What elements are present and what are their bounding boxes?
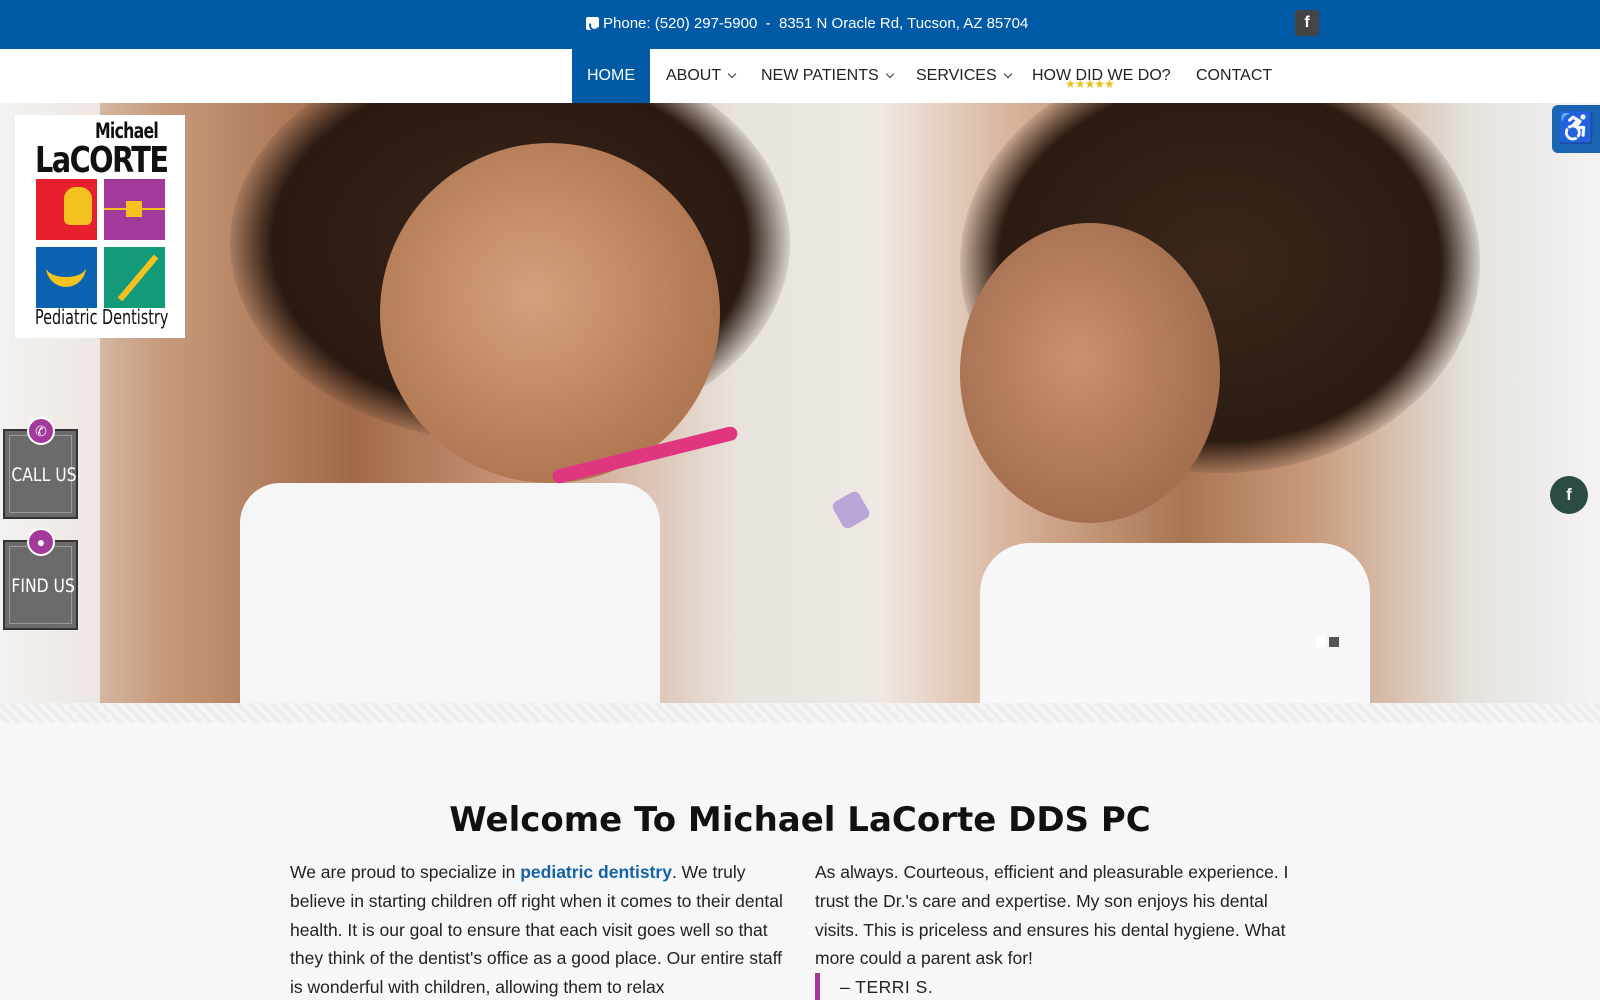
nav-item-contact[interactable]: CONTACT — [1196, 49, 1272, 103]
nav-item-how-did-we-do[interactable]: HOW DID WE DO? — [1032, 49, 1171, 103]
facebook-icon[interactable]: f — [1295, 10, 1319, 36]
separator: - — [765, 15, 771, 32]
logo-tooth-square — [36, 179, 97, 240]
intro-body: . We truly believe in starting children … — [290, 862, 783, 998]
top-bar: Phone: (520) 297-5900 - 8351 N Oracle Rd… — [0, 0, 1600, 49]
slider-pagination — [1316, 637, 1339, 647]
facebook-icon[interactable]: f — [1550, 476, 1588, 514]
nav-label: HOME — [587, 67, 635, 84]
smile-icon — [46, 263, 86, 287]
nav-label: SERVICES — [916, 67, 997, 84]
nav-label: NEW PATIENTS — [761, 67, 879, 84]
phone-icon — [586, 17, 599, 30]
bracket-icon — [126, 201, 142, 217]
contact-info: Phone: (520) 297-5900 - 8351 N Oracle Rd… — [586, 15, 1028, 32]
logo-tagline: Pediatric Dentistry — [35, 305, 169, 329]
map-pin-icon: ● — [27, 528, 55, 556]
tooth-icon — [64, 187, 92, 225]
nav-label: CONTACT — [1196, 67, 1273, 84]
nav-item-new-patients[interactable]: NEW PATIENTS — [761, 49, 894, 103]
intro-text: We are proud to specialize in pediatric … — [290, 858, 790, 1000]
find-us-button[interactable]: ● FIND US — [3, 528, 78, 630]
phone-number-link[interactable]: (520) 297-5900 — [655, 15, 758, 32]
hero-image-mother-face — [380, 143, 720, 483]
logo-braces-square — [104, 179, 165, 240]
hero-slider — [0, 103, 1600, 703]
logo-last-name: LaCORTE — [35, 140, 169, 181]
chevron-down-icon — [727, 69, 737, 79]
hero-image-child-face — [960, 223, 1220, 523]
testimonial-author: – TERRI S. — [815, 973, 933, 1000]
hero-image-child-shirt — [980, 543, 1370, 703]
call-us-label: CALL US — [11, 464, 77, 486]
page-title: Welcome To Michael LaCorte DDS PC — [449, 800, 1151, 840]
nav-item-about[interactable]: ABOUT — [666, 49, 737, 103]
chevron-down-icon — [1003, 69, 1012, 79]
wheelchair-icon[interactable]: ♿ — [1552, 105, 1600, 153]
pediatric-dentistry-link[interactable]: pediatric dentistry — [520, 862, 672, 882]
slider-dot-2[interactable] — [1329, 637, 1339, 647]
intro-lead: We are proud to specialize in — [290, 862, 521, 882]
main-nav: HOME ABOUT NEW PATIENTS SERVICES HOW DID… — [0, 49, 1600, 103]
logo-smile-square — [36, 247, 97, 308]
logo-brush-square — [104, 247, 165, 308]
chevron-down-icon — [885, 69, 894, 79]
nav-item-home[interactable]: HOME — [572, 49, 650, 103]
phone-icon: ✆ — [27, 417, 55, 445]
toothbrush-icon — [117, 254, 159, 302]
phone-label: Phone: — [603, 15, 651, 32]
logo[interactable]: Michael LaCORTE Pediatric Dentistry — [15, 115, 185, 338]
nav-item-services[interactable]: SERVICES — [916, 49, 1012, 103]
toothbrush-purple — [830, 489, 872, 531]
address-link[interactable]: 8351 N Oracle Rd, Tucson, AZ 85704 — [779, 15, 1028, 32]
find-us-label: FIND US — [11, 575, 75, 597]
slider-dot-1[interactable] — [1316, 637, 1326, 647]
rating-stars: ★★★★★ — [1065, 77, 1115, 91]
call-us-button[interactable]: ✆ CALL US — [3, 417, 78, 519]
hero-divider — [0, 703, 1600, 723]
testimonial-quote: As always. Courteous, efficient and plea… — [815, 862, 1289, 969]
hero-image-mother-shirt — [240, 483, 660, 703]
nav-label: ABOUT — [666, 67, 722, 84]
